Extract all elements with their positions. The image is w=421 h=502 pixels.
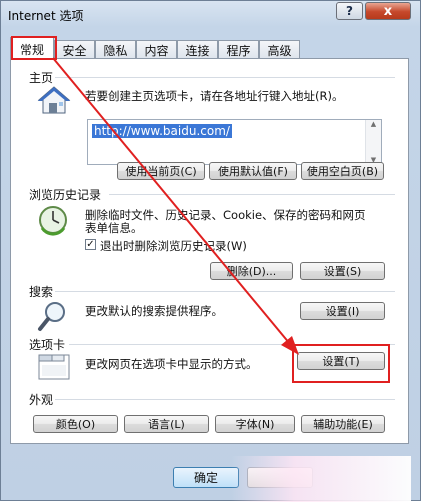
tabs-description: 更改网页在选项卡中显示的方式。 — [85, 357, 258, 371]
use-blank-button[interactable]: 使用空白页(B) — [301, 162, 384, 180]
languages-button[interactable]: 语言(L) — [124, 415, 209, 433]
section-divider — [55, 399, 395, 400]
help-icon: ? — [346, 4, 353, 18]
delete-history-button[interactable]: 删除(D)... — [210, 262, 293, 280]
tabbed-window-icon — [38, 354, 70, 380]
delete-on-exit-label[interactable]: 退出时删除浏览历史记录(W) — [100, 238, 247, 254]
tab-advanced[interactable]: 高级 — [259, 40, 300, 59]
history-settings-button[interactable]: 设置(S) — [300, 262, 385, 280]
annotation-box-tab — [11, 36, 57, 60]
tab-privacy[interactable]: 隐私 — [95, 40, 136, 59]
search-magnifier-icon — [38, 302, 65, 331]
appearance-section-title: 外观 — [29, 393, 54, 407]
help-button[interactable]: ? — [336, 2, 363, 20]
search-description: 更改默认的搜索提供程序。 — [85, 304, 223, 318]
colors-button[interactable]: 颜色(O) — [33, 415, 118, 433]
scroll-up-icon[interactable]: ▲ — [371, 120, 376, 128]
use-default-button[interactable]: 使用默认值(F) — [209, 162, 297, 180]
url-scrollbar[interactable]: ▲ ▼ — [365, 120, 381, 164]
home-icon — [37, 86, 71, 114]
section-divider — [55, 77, 395, 78]
use-current-button[interactable]: 使用当前页(C) — [117, 162, 205, 180]
tab-security[interactable]: 安全 — [54, 40, 95, 59]
home-page-url-input[interactable]: http://www.baidu.com/ ▲ ▼ — [87, 119, 382, 165]
close-button[interactable]: x — [365, 2, 411, 20]
close-icon: x — [383, 3, 393, 19]
internet-options-window: Internet 选项 ? x 常规 安全 隐私 内容 连接 程序 高级 主页 … — [0, 0, 421, 502]
home-section-title: 主页 — [29, 71, 54, 85]
home-description: 若要创建主页选项卡，请在各地址行键入地址(R)。 — [85, 89, 344, 103]
general-tab-panel: 主页 若要创建主页选项卡，请在各地址行键入地址(R)。 http://www.b… — [10, 58, 409, 444]
fonts-button[interactable]: 字体(N) — [215, 415, 295, 433]
annotation-box-tabs-settings — [292, 344, 390, 383]
title-bar[interactable]: Internet 选项 ? x — [1, 1, 420, 27]
section-divider — [109, 194, 395, 195]
overlay-fade — [231, 456, 411, 502]
history-section-title: 浏览历史记录 — [29, 188, 102, 202]
search-section-title: 搜索 — [29, 285, 54, 299]
tab-content[interactable]: 内容 — [136, 40, 177, 59]
search-settings-button[interactable]: 设置(I) — [300, 302, 385, 320]
ok-button[interactable]: 确定 — [173, 467, 239, 488]
tab-programs[interactable]: 程序 — [218, 40, 259, 59]
accessibility-button[interactable]: 辅助功能(E) — [301, 415, 385, 433]
window-title: Internet 选项 — [8, 9, 84, 23]
tab-connections[interactable]: 连接 — [177, 40, 218, 59]
delete-on-exit-checkbox[interactable]: ✓ — [85, 239, 96, 250]
history-description-line2: 表单信息。 — [85, 221, 143, 235]
home-page-url: http://www.baidu.com/ — [92, 124, 232, 138]
section-divider — [55, 291, 395, 292]
history-clock-icon — [39, 206, 67, 236]
